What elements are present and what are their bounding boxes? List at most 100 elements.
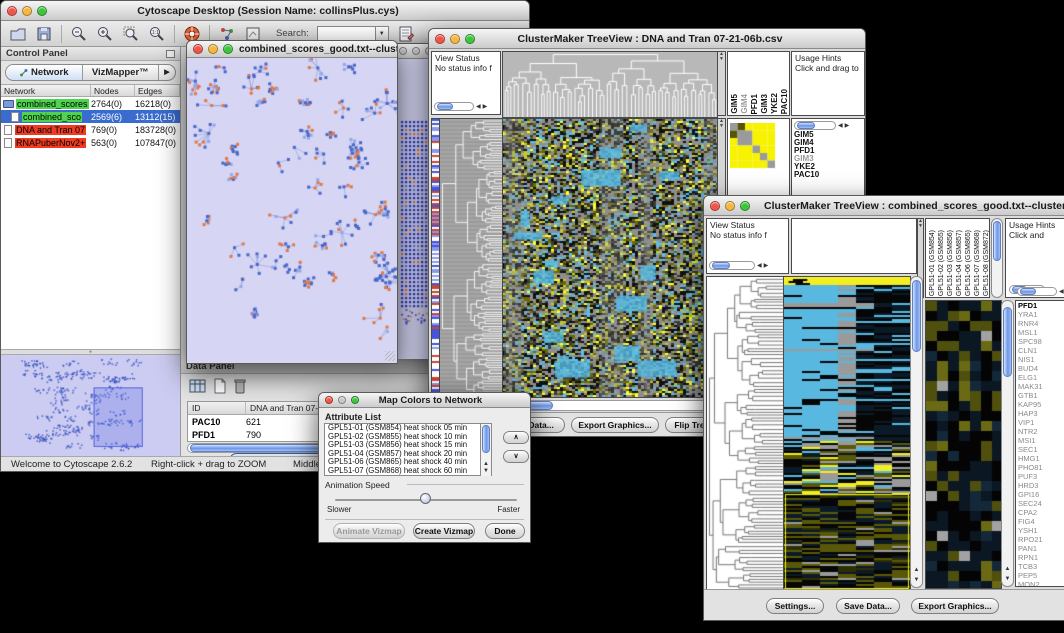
gene-label[interactable]: RPO21 bbox=[1016, 535, 1064, 544]
delete-attribute-icon[interactable] bbox=[233, 378, 247, 394]
close-button[interactable] bbox=[325, 396, 333, 404]
gene-label[interactable]: KAP95 bbox=[1016, 400, 1064, 409]
attribute-select-icon[interactable] bbox=[189, 378, 207, 394]
move-up-button[interactable]: ∧ bbox=[503, 431, 529, 444]
tab-network[interactable]: Network bbox=[6, 65, 83, 80]
network-table-row[interactable]: combined_scores2764(0)16218(0) bbox=[1, 97, 180, 110]
gene-label[interactable]: TCB3 bbox=[1016, 562, 1064, 571]
gene-label[interactable]: CLN1 bbox=[1016, 346, 1064, 355]
close-button[interactable] bbox=[399, 47, 407, 55]
resize-grip[interactable] bbox=[385, 351, 395, 361]
gene-label[interactable]: PFD1 bbox=[1016, 301, 1064, 310]
gene-label[interactable]: GTB1 bbox=[1016, 391, 1064, 400]
zoom-fit-icon[interactable]: 1:1 bbox=[148, 25, 166, 43]
gene-label[interactable]: YSH1 bbox=[1016, 526, 1064, 535]
scroll-right-arrow[interactable]: ▶ bbox=[764, 262, 769, 269]
gene-label[interactable]: SEC24 bbox=[1016, 499, 1064, 508]
gene-label[interactable]: VIP1 bbox=[1016, 418, 1064, 427]
zoom-matrix[interactable] bbox=[730, 123, 776, 169]
minimize-button[interactable] bbox=[338, 396, 346, 404]
zoom-heatmap[interactable] bbox=[925, 300, 1002, 589]
treeview2-titlebar[interactable]: ClusterMaker TreeView : combined_scores_… bbox=[704, 196, 1064, 216]
attribute-list-item[interactable]: GPL51-07 (GSM868) heat shock 60 min bbox=[325, 467, 480, 476]
heatmap-vscrollbar[interactable]: ▲ ▼ bbox=[910, 276, 923, 588]
gene-label[interactable]: PAC10 bbox=[792, 171, 864, 179]
save-data--button[interactable]: Save Data... bbox=[836, 598, 900, 614]
zoom-selected-icon[interactable] bbox=[122, 25, 140, 43]
tab-overflow-arrow[interactable]: ▶ bbox=[159, 65, 175, 80]
gene-label[interactable]: FIG4 bbox=[1016, 517, 1064, 526]
export-graphics--button[interactable]: Export Graphics... bbox=[911, 598, 999, 614]
zoom-button[interactable] bbox=[223, 44, 233, 54]
network-table-row[interactable]: RNAPuberNov2+563(0)107847(0) bbox=[1, 136, 180, 149]
labels-vscrollbar[interactable] bbox=[991, 218, 1003, 298]
close-button[interactable] bbox=[7, 6, 17, 16]
gene-label[interactable]: YRA1 bbox=[1016, 310, 1064, 319]
scroll-right-arrow[interactable]: ▶ bbox=[483, 103, 488, 110]
settings--button[interactable]: Settings... bbox=[766, 598, 824, 614]
minimize-button[interactable] bbox=[22, 6, 32, 16]
gene-list-hscrollbar[interactable] bbox=[794, 121, 836, 130]
zoom-in-icon[interactable] bbox=[96, 25, 114, 43]
gene-label[interactable]: MSL1 bbox=[1016, 328, 1064, 337]
scroll-left-arrow[interactable]: ◀ bbox=[476, 103, 481, 110]
zoom-button[interactable] bbox=[740, 201, 750, 211]
gene-label[interactable]: GPI16 bbox=[1016, 490, 1064, 499]
gene-list-hscrollbar[interactable] bbox=[1017, 287, 1057, 296]
main-titlebar[interactable]: Cytoscape Desktop (Session Name: collins… bbox=[1, 1, 529, 21]
gene-label[interactable]: RPN1 bbox=[1016, 553, 1064, 562]
search-input[interactable] bbox=[317, 26, 375, 41]
minimize-button[interactable] bbox=[208, 44, 218, 54]
scroll-left-arrow[interactable]: ◀ bbox=[1059, 288, 1064, 295]
gene-label[interactable]: PEP5 bbox=[1016, 571, 1064, 580]
done-button[interactable]: Done bbox=[485, 523, 525, 539]
gene-label[interactable]: ELG1 bbox=[1016, 373, 1064, 382]
status-hscrollbar[interactable] bbox=[434, 102, 474, 111]
network-view-canvas-1[interactable] bbox=[187, 58, 397, 363]
gene-label[interactable]: NIS1 bbox=[1016, 355, 1064, 364]
gene-label[interactable]: MON2 bbox=[1016, 580, 1064, 587]
status-hscrollbar[interactable] bbox=[709, 261, 755, 270]
column-dendrogram-area[interactable] bbox=[791, 218, 917, 274]
zoom-button[interactable] bbox=[37, 6, 47, 16]
minimize-button[interactable] bbox=[450, 34, 460, 44]
gene-dendrogram[interactable] bbox=[706, 276, 784, 590]
search-dropdown-button[interactable]: ▼ bbox=[375, 26, 389, 41]
network-table-row[interactable]: combined_sco2569(6)13112(15) bbox=[1, 110, 180, 123]
zoom-out-icon[interactable] bbox=[70, 25, 88, 43]
treeview1-titlebar[interactable]: ClusterMaker TreeView : DNA and Tran 07-… bbox=[429, 29, 865, 49]
gene-label[interactable]: MAK31 bbox=[1016, 382, 1064, 391]
minimize-button[interactable] bbox=[412, 47, 420, 55]
gene-label[interactable]: HMG1 bbox=[1016, 454, 1064, 463]
attribute-list-vscrollbar[interactable]: ▲ ▼ bbox=[480, 424, 491, 476]
heatmap-main[interactable] bbox=[502, 118, 718, 398]
network-table-row[interactable]: DNA and Tran 07769(0)183728(0) bbox=[1, 123, 180, 136]
network-overview[interactable] bbox=[1, 355, 180, 456]
mini-scrollbar[interactable]: ▲▼ bbox=[717, 51, 726, 116]
export-graphics--button[interactable]: Export Graphics... bbox=[571, 417, 659, 433]
create-vizmap-button[interactable]: Create Vizmap bbox=[413, 523, 475, 539]
scroll-left-arrow[interactable]: ◀ bbox=[838, 122, 843, 129]
animation-speed-slider-thumb[interactable] bbox=[420, 493, 431, 504]
gene-dendrogram[interactable] bbox=[439, 118, 504, 398]
gene-label[interactable]: SEC1 bbox=[1016, 445, 1064, 454]
column-dendrogram[interactable] bbox=[502, 51, 718, 118]
gene-label[interactable]: PUF3 bbox=[1016, 472, 1064, 481]
scroll-left-arrow[interactable]: ◀ bbox=[757, 262, 762, 269]
close-button[interactable] bbox=[435, 34, 445, 44]
gene-label[interactable]: BUD4 bbox=[1016, 364, 1064, 373]
gene-label[interactable]: PHO81 bbox=[1016, 463, 1064, 472]
gene-label[interactable]: PAN1 bbox=[1016, 544, 1064, 553]
gene-label[interactable]: CPA2 bbox=[1016, 508, 1064, 517]
network1-titlebar[interactable]: combined_scores_good.txt--cluste... bbox=[187, 41, 397, 58]
zoom-button[interactable] bbox=[351, 396, 359, 404]
zoom-vscrollbar[interactable]: ▲ ▼ bbox=[1001, 300, 1014, 587]
open-session-icon[interactable] bbox=[9, 25, 27, 43]
move-down-button[interactable]: ∨ bbox=[503, 450, 529, 463]
gene-label[interactable]: RNR4 bbox=[1016, 319, 1064, 328]
attribute-report-icon[interactable] bbox=[397, 25, 415, 43]
close-button[interactable] bbox=[193, 44, 203, 54]
new-attribute-icon[interactable] bbox=[213, 378, 227, 394]
save-session-icon[interactable] bbox=[35, 25, 53, 43]
gene-label[interactable]: HRD3 bbox=[1016, 481, 1064, 490]
